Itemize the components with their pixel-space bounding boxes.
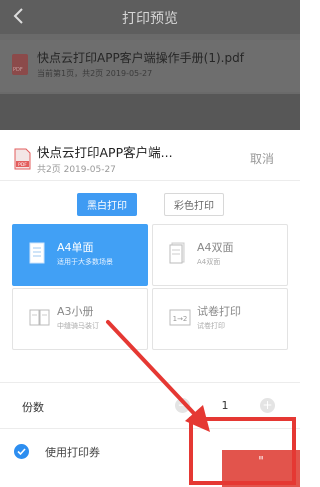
black-white-print-button[interactable]: 黑白打印	[77, 193, 137, 216]
copies-decrement-button[interactable]: −	[175, 398, 190, 413]
layout-subtitle: A4双面	[197, 258, 221, 266]
layout-subtitle: 适用于大多数场景	[57, 258, 113, 266]
copies-label: 份数	[22, 401, 44, 414]
cancel-button[interactable]: 取消	[250, 150, 274, 167]
coupon-checkbox[interactable]	[14, 444, 29, 459]
copies-increment-button[interactable]: +	[260, 398, 275, 413]
exam-paper-icon: 1→2	[169, 309, 191, 326]
layout-subtitle: 中缝骑马装订	[57, 322, 99, 330]
layout-exam-paper[interactable]: 1→2 试卷打印 试卷打印	[152, 288, 288, 350]
layout-subtitle: 试卷打印	[197, 322, 225, 330]
pdf-file-icon	[12, 54, 28, 75]
layout-title: A4双面	[197, 241, 234, 254]
file-meta: 共2页 2019-05-27	[37, 165, 116, 175]
a4-double-sided-icon	[169, 242, 185, 264]
layout-a3-booklet[interactable]: A3小册 中缝骑马装订	[12, 288, 148, 350]
checkmark-icon	[17, 448, 26, 456]
copies-value: 1	[221, 399, 229, 412]
layout-title: A4单面	[57, 241, 94, 254]
background-file-meta: 当前第1页，共2页 2019-05-27	[37, 69, 153, 78]
a3-booklet-icon	[29, 309, 50, 326]
svg-text:1→2: 1→2	[173, 315, 188, 323]
annotation-highlight-box	[189, 417, 296, 485]
background-file-name: 快点云打印APP客户端操作手册(1).pdf	[37, 51, 244, 65]
coupon-label: 使用打印券	[45, 446, 100, 459]
layout-title: A3小册	[57, 305, 94, 318]
color-print-button[interactable]: 彩色打印	[164, 193, 224, 216]
background-file-card	[0, 40, 300, 92]
svg-text:PDF: PDF	[18, 162, 27, 168]
layout-title: 试卷打印	[197, 305, 241, 318]
page-title: 打印预览	[122, 11, 178, 27]
top-navbar: 打印预览	[0, 0, 300, 34]
file-title: 快点云打印APP客户端...	[37, 145, 173, 160]
pdf-file-icon: PDF	[14, 148, 31, 170]
layout-a4-double[interactable]: A4双面 A4双面	[152, 224, 288, 286]
a4-single-sided-icon	[29, 242, 45, 264]
preview-area	[0, 94, 300, 130]
layout-a4-single[interactable]: A4单面 适用于大多数场景	[12, 224, 148, 286]
divider	[0, 382, 300, 383]
divider	[0, 180, 300, 181]
